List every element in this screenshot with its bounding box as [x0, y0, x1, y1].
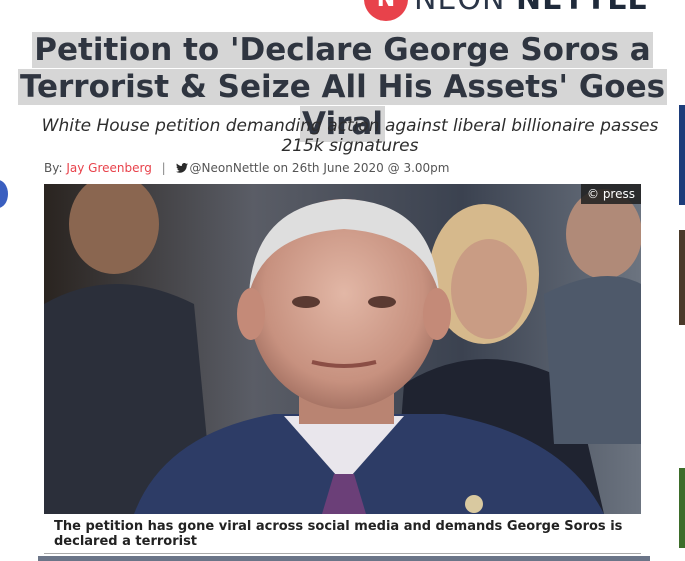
side-ad-fragment-mid	[679, 230, 685, 325]
photo-caption: The petition has gone viral across socia…	[44, 515, 641, 554]
logo-wordmark: NEON NETTLE	[414, 0, 649, 17]
article-photo: © press	[44, 184, 641, 514]
site-logo[interactable]: N NEON NETTLE	[364, 0, 649, 21]
side-share-button[interactable]	[0, 180, 8, 208]
byline: By: Jay Greenberg | @NeonNettle on 26th …	[44, 161, 449, 175]
byline-separator: |	[161, 161, 166, 175]
photo-credit: © press	[581, 184, 641, 204]
photo-illustration	[44, 184, 641, 514]
author-link[interactable]: Jay Greenberg	[66, 161, 152, 175]
twitter-icon	[175, 163, 188, 173]
headline-line-1: Petition to 'Declare George Soros a	[32, 32, 653, 68]
caption-text: The petition has gone viral across socia…	[54, 519, 623, 549]
next-content-edge	[38, 556, 650, 561]
logo-mark-icon: N	[364, 0, 408, 21]
logo-word-neon: NEON	[414, 0, 505, 17]
side-ad-fragment-bottom	[679, 468, 685, 548]
article-subheadline: White House petition demanding action ag…	[41, 116, 659, 156]
twitter-handle-link[interactable]: @NeonNettle	[190, 161, 270, 175]
logo-word-nettle: NETTLE	[516, 0, 649, 17]
publish-date: on 26th June 2020 @ 3.00pm	[273, 161, 450, 175]
byline-prefix: By:	[44, 161, 63, 175]
